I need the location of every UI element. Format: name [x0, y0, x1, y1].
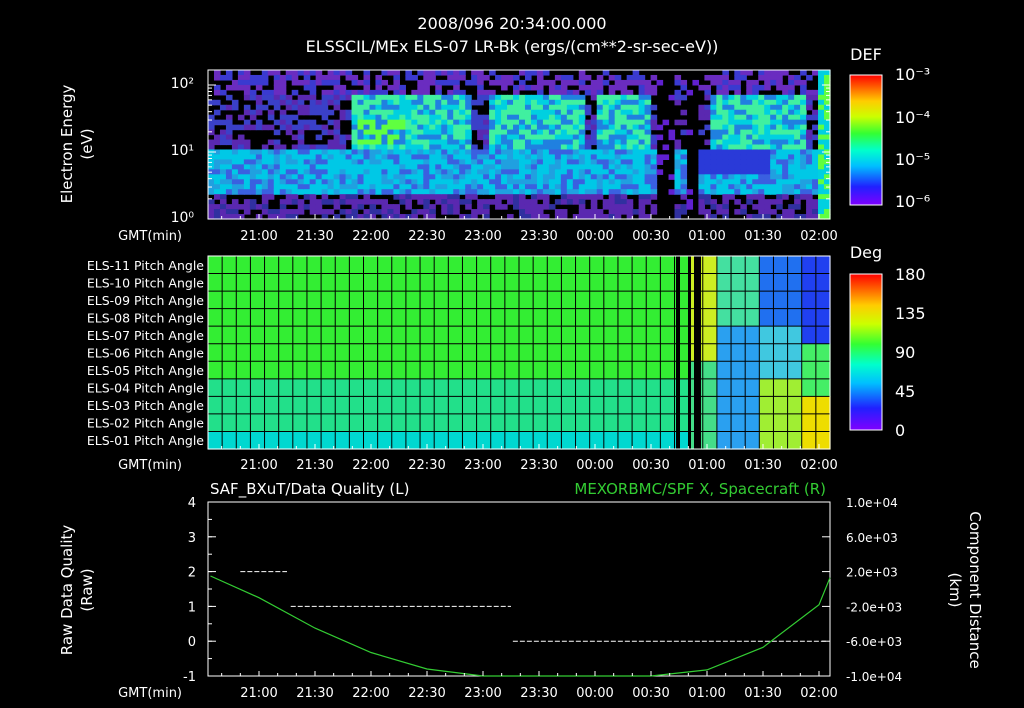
- deg-colorbar-tick-0: 0: [895, 421, 905, 440]
- time-tick-label: 23:00: [464, 458, 501, 473]
- pitch-angle-row-labels: ELS-11 Pitch Angle ELS-10 Pitch Angle ELS-…: [87, 258, 204, 448]
- time-tick-label: 21:30: [296, 458, 333, 473]
- time-axis-2-label: GMT(min): [118, 458, 182, 473]
- time-tick-label: 23:30: [520, 229, 557, 244]
- pitch-row-label: ELS-07 Pitch Angle: [87, 328, 204, 343]
- time-tick-label: 21:00: [240, 458, 277, 473]
- time-tick-label: 02:00: [800, 229, 837, 244]
- pitch-row-label: ELS-09 Pitch Angle: [87, 293, 204, 308]
- quality-ytick: 0: [188, 635, 196, 650]
- time-tick-label: 21:00: [240, 686, 277, 701]
- deg-colorbar: [849, 273, 883, 431]
- time-tick-label: 21:30: [296, 229, 333, 244]
- time-tick-label: 00:30: [632, 229, 669, 244]
- distance-yaxis: 1.0e+04 6.0e+03 2.0e+03 -2.0e+03 -6.0e+03 -1.…: [822, 496, 902, 684]
- quality-ytick: 1: [188, 600, 196, 615]
- energy-ylabel-line1: Electron Energy: [58, 84, 76, 203]
- time-tick-label: 23:00: [464, 229, 501, 244]
- pitch-row-label: ELS-08 Pitch Angle: [87, 310, 204, 325]
- time-tick-label: 01:30: [744, 458, 781, 473]
- distance-ytick: 6.0e+03: [846, 531, 898, 545]
- quality-ylabel-line2: (Raw): [78, 568, 96, 611]
- pitch-row-label: ELS-02 Pitch Angle: [87, 416, 204, 431]
- header-title: ELSSCIL/MEx ELS-07 LR-Bk (ergs/(cm**2-sr…: [306, 37, 719, 56]
- quality-ytick: 4: [188, 496, 196, 511]
- time-tick-label: 23:30: [520, 686, 557, 701]
- time-tick-label: 22:00: [352, 686, 389, 701]
- line-plot-panel: SAF_BXuT/Data Quality (L) MEXORBMC/SPF X…: [58, 480, 984, 685]
- time-tick-label: 22:30: [408, 686, 445, 701]
- time-tick-label: 00:00: [576, 229, 613, 244]
- line-plot-data: [210, 571, 831, 677]
- pitch-angle-panel: ELS-11 Pitch Angle ELS-10 Pitch Angle ELS-…: [87, 243, 926, 450]
- time-tick-label: 01:30: [744, 686, 781, 701]
- energy-spectrogram-panel: Electron Energy (eV) 10⁰ 10¹ 10² DEF 10⁻…: [58, 45, 930, 226]
- distance-ytick: 1.0e+04: [846, 496, 898, 510]
- def-colorbar-tick-1e-6: 10⁻⁶: [895, 192, 930, 211]
- time-tick-label: 00:00: [576, 458, 613, 473]
- deg-colorbar-tick-180: 180: [895, 265, 926, 284]
- time-tick-label: 02:00: [800, 686, 837, 701]
- line-plot-title-right: MEXORBMC/SPF X, Spacecraft (R): [574, 480, 826, 498]
- quality-ytick: 2: [188, 566, 196, 581]
- deg-colorbar-tick-135: 135: [895, 304, 926, 323]
- time-tick-label: 22:00: [352, 229, 389, 244]
- energy-ytick-100: 10²: [171, 76, 194, 92]
- time-tick-label: 01:00: [688, 458, 725, 473]
- pitch-row-label: ELS-01 Pitch Angle: [87, 433, 204, 448]
- energy-spectrogram-image: [208, 70, 831, 220]
- def-colorbar: [849, 74, 883, 206]
- time-tick-label: 23:30: [520, 458, 557, 473]
- def-colorbar-title: DEF: [850, 45, 882, 64]
- quality-yaxis: 4 3 2 1 0 -1: [183, 496, 216, 685]
- line-plot-frame: [207, 501, 831, 677]
- time-tick-label: 00:30: [632, 458, 669, 473]
- spacecraft-x-line: [210, 575, 831, 677]
- deg-colorbar-tick-45: 45: [895, 382, 915, 401]
- deg-colorbar-title: Deg: [850, 243, 882, 262]
- distance-ytick: 2.0e+03: [846, 566, 898, 580]
- quality-ytick: -1: [183, 670, 196, 685]
- def-colorbar-tick-1e-3: 10⁻³: [895, 65, 930, 84]
- header-timestamp: 2008/096 20:34:00.000: [417, 14, 606, 33]
- time-tick-label: 00:30: [632, 686, 669, 701]
- time-tick-label: 22:00: [352, 458, 389, 473]
- time-axis-3-label: GMT(min): [118, 686, 182, 701]
- time-tick-label: 21:30: [296, 686, 333, 701]
- distance-ytick: -6.0e+03: [846, 635, 902, 649]
- deg-colorbar-tick-90: 90: [895, 343, 915, 362]
- def-colorbar-tick-1e-4: 10⁻⁴: [895, 108, 930, 127]
- time-tick-label: 00:00: [576, 686, 613, 701]
- pitch-row-label: ELS-05 Pitch Angle: [87, 363, 204, 378]
- time-tick-label: 02:00: [800, 458, 837, 473]
- energy-ytick-10: 10¹: [171, 143, 194, 159]
- time-tick-label: 23:00: [464, 686, 501, 701]
- time-tick-label: 22:30: [408, 458, 445, 473]
- pitch-row-label: ELS-03 Pitch Angle: [87, 398, 204, 413]
- pitch-row-label: ELS-10 Pitch Angle: [87, 275, 204, 290]
- energy-ytick-1: 10⁰: [171, 210, 195, 226]
- time-axis-1-label: GMT(min): [118, 229, 182, 244]
- time-tick-label: 21:00: [240, 229, 277, 244]
- energy-ylabel-line2: (eV): [78, 128, 96, 159]
- pitch-row-label: ELS-11 Pitch Angle: [87, 258, 204, 273]
- quality-ylabel-line1: Raw Data Quality: [58, 525, 76, 656]
- pitch-row-label: ELS-06 Pitch Angle: [87, 346, 204, 361]
- distance-ytick: -1.0e+04: [846, 670, 902, 684]
- quality-ytick: 3: [188, 531, 196, 546]
- distance-ylabel-line2: (km): [946, 572, 964, 607]
- distance-ytick: -2.0e+03: [846, 600, 902, 614]
- time-tick-label: 22:30: [408, 229, 445, 244]
- time-tick-label: 01:00: [688, 229, 725, 244]
- distance-ylabel-line1: Component Distance: [966, 511, 984, 668]
- def-colorbar-tick-1e-5: 10⁻⁵: [895, 150, 930, 169]
- line-plot-title-left: SAF_BXuT/Data Quality (L): [210, 480, 410, 499]
- time-tick-label: 01:30: [744, 229, 781, 244]
- pitch-row-label: ELS-04 Pitch Angle: [87, 381, 204, 396]
- plot-canvas: 2008/096 20:34:00.000 ELSSCIL/MEx ELS-07…: [58, 14, 984, 701]
- time-tick-label: 01:00: [688, 686, 725, 701]
